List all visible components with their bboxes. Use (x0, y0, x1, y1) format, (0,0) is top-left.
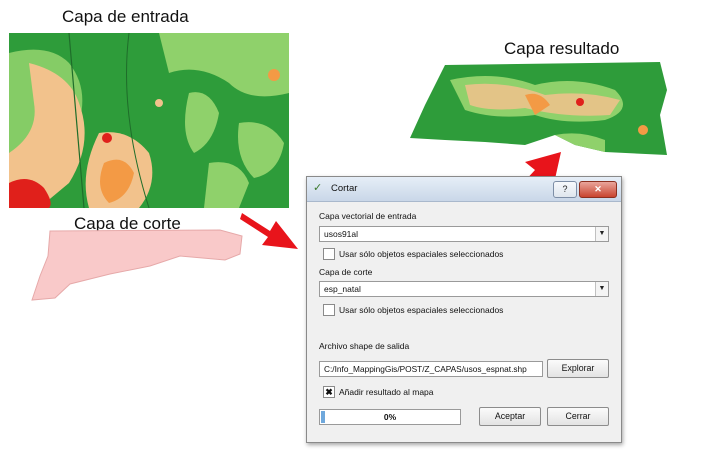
add-result-checkbox[interactable]: ✖ (323, 386, 335, 398)
result-layer-map (410, 62, 667, 155)
output-path-value: C:/Info_MappingGis/POST/Z_CAPAS/usos_esp… (324, 364, 527, 374)
input-vector-value: usos91al (324, 229, 359, 239)
clip-layer-select[interactable]: esp_natal ▼ (319, 281, 609, 297)
close-button[interactable]: Cerrar (547, 407, 609, 426)
progress-text: 0% (383, 412, 397, 422)
input-vector-select[interactable]: usos91al ▼ (319, 226, 609, 242)
clip-layer-label: Capa de corte (319, 267, 373, 277)
input-layer-caption: Capa de entrada (62, 7, 189, 26)
arrow-to-dialog-icon (240, 213, 298, 249)
output-path-input[interactable]: C:/Info_MappingGis/POST/Z_CAPAS/usos_esp… (319, 361, 543, 377)
clip-layer-value: esp_natal (324, 284, 361, 294)
dialog-titlebar[interactable]: ✓ Cortar ? ✕ (307, 177, 621, 202)
clip-selected-only-checkbox[interactable] (323, 304, 335, 316)
output-shape-label: Archivo shape de salida (319, 341, 410, 351)
clip-layer-polygon (31, 229, 243, 301)
help-button[interactable]: ? (553, 181, 577, 198)
progress-bar: 0% (319, 409, 461, 425)
accept-button[interactable]: Aceptar (479, 407, 541, 426)
input-selected-only-checkbox[interactable] (323, 248, 335, 260)
add-result-label: Añadir resultado al mapa (339, 387, 434, 397)
qgis-tool-icon: ✓ (313, 182, 323, 194)
result-layer-caption: Capa resultado (504, 39, 620, 58)
window-close-button[interactable]: ✕ (579, 181, 617, 198)
input-vector-label: Capa vectorial de entrada (319, 211, 417, 221)
clip-selected-only-label: Usar sólo objetos espaciales seleccionad… (339, 305, 504, 315)
clip-dialog: ✓ Cortar ? ✕ Capa vectorial de entrada u… (306, 176, 622, 443)
input-selected-only-label: Usar sólo objetos espaciales seleccionad… (339, 249, 504, 259)
chevron-down-icon[interactable]: ▼ (595, 227, 608, 241)
dialog-title: Cortar (331, 183, 358, 194)
chevron-down-icon[interactable]: ▼ (595, 282, 608, 296)
input-layer-map (9, 33, 289, 208)
browse-button[interactable]: Explorar (547, 359, 609, 378)
